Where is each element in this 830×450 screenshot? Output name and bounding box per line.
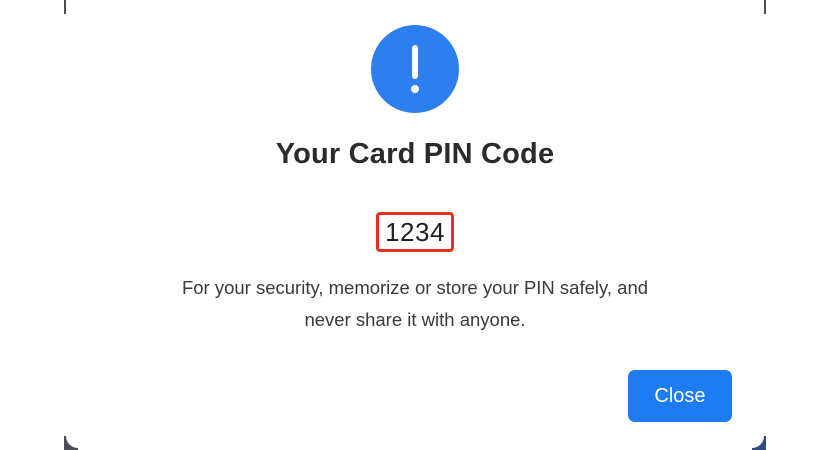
pin-code-value: 1234 (376, 212, 454, 252)
exclamation-icon (371, 25, 459, 113)
dialog-title: Your Card PIN Code (275, 138, 555, 170)
exclamation-icon-glyph (411, 45, 419, 93)
close-button[interactable]: Close (628, 370, 732, 422)
pin-code-dialog: Your Card PIN Code 1234 For your securit… (66, 0, 764, 448)
security-message: For your security, memorize or store you… (181, 277, 649, 330)
pin-code-container: 1234 (66, 212, 764, 252)
modal-backdrop: Your Card PIN Code 1234 For your securit… (0, 0, 830, 450)
